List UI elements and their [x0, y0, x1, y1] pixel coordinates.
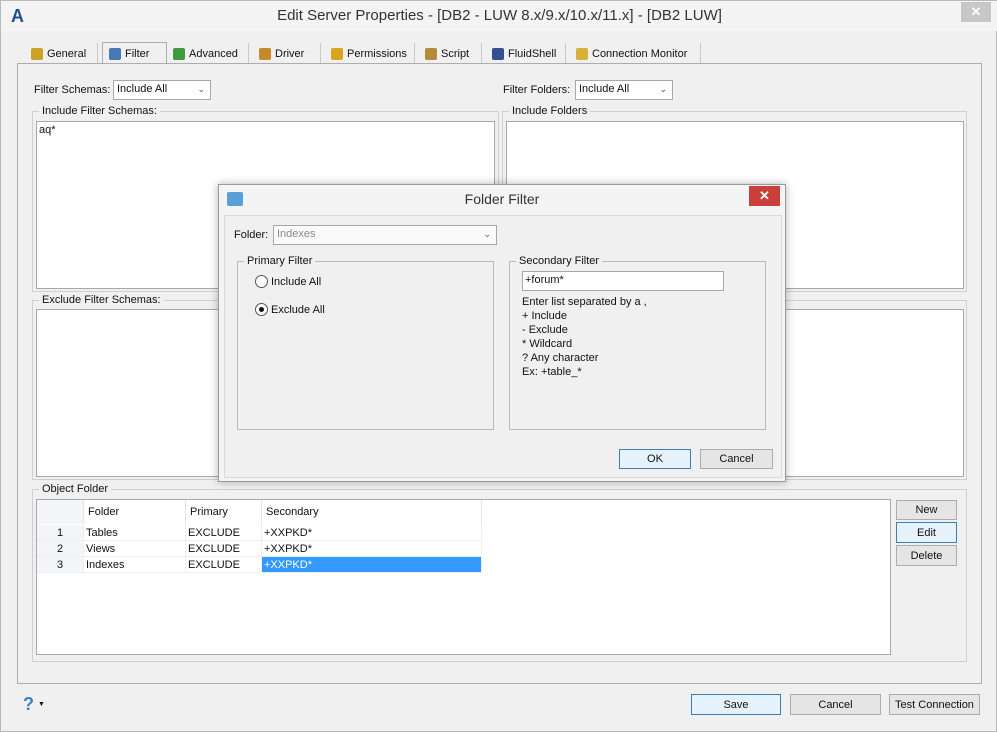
column-header[interactable]: Secondary	[262, 500, 482, 524]
chevron-down-icon: ⌄	[483, 229, 491, 239]
table-cell: EXCLUDE	[186, 525, 262, 541]
group-label: Primary Filter	[244, 255, 316, 267]
tab-label: General	[47, 47, 87, 60]
table-cell: 3	[37, 557, 84, 573]
advanced-icon	[173, 47, 185, 60]
general-icon	[31, 47, 43, 60]
help-dropdown-icon[interactable]: ▼	[38, 701, 45, 708]
help-line: + Include	[522, 310, 567, 322]
tab-permissions[interactable]: Permissions	[325, 43, 415, 64]
table-cell: Views	[84, 541, 186, 557]
permissions-icon	[331, 47, 343, 60]
dialog-title: Folder Filter	[464, 191, 540, 207]
tab-label: Connection Monitor	[592, 47, 688, 60]
new-button[interactable]: New	[896, 500, 957, 520]
tab-label: Driver	[275, 47, 305, 60]
table-cell: +XXPKD*	[262, 557, 482, 573]
chevron-down-icon: ⌄	[659, 84, 667, 94]
title-bar: A Edit Server Properties - [DB2 - LUW 8.…	[1, 1, 997, 31]
secondary-filter-input[interactable]: +forum*	[522, 271, 724, 291]
test-connection-button[interactable]: Test Connection	[889, 694, 980, 715]
table-cell: EXCLUDE	[186, 541, 262, 557]
group-label: Exclude Filter Schemas:	[39, 294, 164, 306]
include-all-radio[interactable]	[255, 275, 268, 288]
filter-icon	[109, 47, 121, 60]
column-header[interactable]	[37, 500, 84, 524]
tab-label: Advanced	[189, 47, 238, 60]
exclude-all-label[interactable]: Exclude All	[271, 304, 325, 316]
object-folder-table[interactable]: Folder Primary Secondary 1 Tables EXCLUDE +XXP…	[36, 499, 891, 655]
ok-button[interactable]: OK	[619, 449, 691, 469]
table-cell: +XXPKD*	[262, 541, 482, 557]
script-icon	[425, 47, 437, 60]
chevron-down-icon: ⌄	[197, 84, 205, 94]
table-cell: 2	[37, 541, 84, 557]
driver-icon	[259, 47, 271, 60]
group-label: Include Folders	[509, 105, 591, 117]
group-label: Object Folder	[39, 483, 112, 495]
filter-folders-select[interactable]: Include All ⌄	[575, 80, 673, 100]
include-all-label[interactable]: Include All	[271, 276, 321, 288]
help-line: ? Any character	[522, 352, 599, 364]
tab-script[interactable]: Script	[419, 43, 482, 64]
filter-folders-label: Filter Folders:	[503, 84, 571, 96]
filter-schemas-value: Include All	[117, 83, 168, 95]
help-line: - Exclude	[522, 324, 568, 336]
dialog-close-button[interactable]: ✕	[749, 186, 780, 206]
table-cell: Tables	[84, 525, 186, 541]
cancel-button[interactable]: Cancel	[790, 694, 881, 715]
column-header[interactable]: Folder	[84, 500, 186, 524]
window-title: Edit Server Properties - [DB2 - LUW 8.x/…	[277, 7, 722, 24]
tab-filter[interactable]: Filter	[102, 42, 167, 64]
tab-label: Filter	[125, 47, 150, 60]
table-cell: 1	[37, 525, 84, 541]
tab-general[interactable]: General	[25, 43, 98, 64]
column-header[interactable]: Primary	[186, 500, 262, 524]
tab-fluidshell[interactable]: FluidShell	[486, 43, 566, 64]
filter-folders-value: Include All	[579, 83, 630, 95]
table-cell: Indexes	[84, 557, 186, 573]
tab-label: FluidShell	[508, 47, 557, 60]
filter-schemas-select[interactable]: Include All ⌄	[113, 80, 211, 100]
save-button[interactable]: Save	[691, 694, 781, 715]
folder-label: Folder:	[234, 229, 269, 241]
folder-select[interactable]: Indexes ⌄	[273, 225, 497, 245]
help-line: Enter list separated by a ,	[522, 296, 647, 308]
tab-connection-monitor[interactable]: Connection Monitor	[570, 43, 701, 64]
folder-value: Indexes	[277, 228, 316, 240]
fluidshell-icon	[492, 47, 504, 60]
connection-monitor-icon	[576, 47, 588, 60]
table-cell: EXCLUDE	[186, 557, 262, 573]
tab-label: Permissions	[347, 47, 407, 60]
group-label: Include Filter Schemas:	[39, 105, 160, 117]
window-close-button[interactable]: ✕	[961, 2, 991, 22]
edit-button[interactable]: Edit	[896, 522, 957, 543]
group-label: Secondary Filter	[516, 255, 603, 267]
dialog-cancel-button[interactable]: Cancel	[700, 449, 773, 469]
tab-driver[interactable]: Driver	[253, 43, 321, 64]
tab-label: Script	[441, 47, 470, 60]
tab-advanced[interactable]: Advanced	[167, 43, 249, 64]
exclude-all-radio[interactable]	[255, 303, 268, 316]
filter-schemas-label: Filter Schemas:	[34, 84, 111, 96]
help-line: * Wildcard	[522, 338, 573, 350]
help-line: Ex: +table_*	[522, 366, 582, 378]
help-icon[interactable]: ?	[23, 694, 34, 715]
table-cell: +XXPKD*	[262, 525, 482, 541]
delete-button[interactable]: Delete	[896, 545, 957, 566]
